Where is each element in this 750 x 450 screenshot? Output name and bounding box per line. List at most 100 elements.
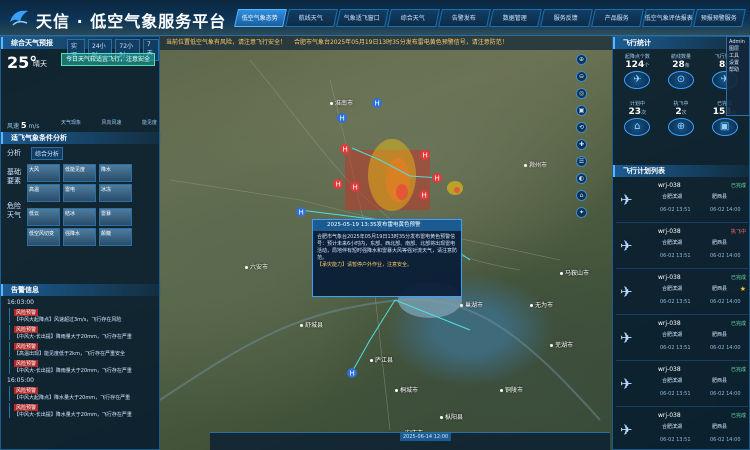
section-title: 飞行计划列表	[613, 165, 750, 177]
measure-icon[interactable]: ✚	[576, 139, 587, 150]
tab-product-service[interactable]: 产品服务	[591, 9, 644, 27]
condition-tile[interactable]: 冰冻	[99, 184, 132, 202]
city-label: 马鞍山市	[560, 268, 589, 277]
star-icon[interactable]: ✦	[576, 207, 587, 218]
drone-icon: ✈	[624, 71, 651, 89]
weather-forecast-section: 综合天气预报 实况 24小时 72小时 7天 25° 晴天 今日天气较适宜飞行，…	[1, 37, 160, 97]
tab-weather-report[interactable]: 低空气象评估报表	[642, 9, 695, 27]
alert-text: 【中风大起降点】降水量大于20mm，飞行存在严重	[14, 395, 131, 401]
condition-tile[interactable]: 雷暴	[99, 208, 132, 226]
city-label: 淮南市	[330, 98, 353, 107]
star-icon[interactable]: ★	[740, 285, 746, 293]
alert-text: 【高温出现】能见度低于2km，飞行存在严重安全	[14, 351, 125, 357]
tab-flight-window[interactable]: 气象适飞窗口	[336, 9, 389, 27]
city-label: 无为市	[530, 300, 553, 309]
timeline-bar[interactable]: 2025-06-14 12:00	[210, 432, 610, 450]
layer-icon[interactable]: ▣	[576, 105, 587, 116]
tab-general-weather[interactable]: 综合天气	[387, 9, 440, 27]
forecast-columns: 天气现象 风向风速 能见度	[61, 120, 157, 126]
tab-data-management[interactable]: 数据管理	[489, 9, 542, 27]
condition-tile[interactable]: 颠簸	[99, 228, 132, 246]
tab-low-altitude-weather[interactable]: 低空气象态势	[234, 9, 287, 27]
list-item[interactable]: ✈ wrj-038 已完成 合肥滨湖 肥西县 06-02 13:51 06-02…	[616, 407, 748, 450]
condition-tile[interactable]: 低云	[27, 208, 60, 226]
conditions-section: 适飞气象条件分析 分析 综合分析 基础要素 危险天气 大风 低能见度 降水 高温…	[1, 132, 161, 282]
home-icon[interactable]: ⌂	[576, 190, 587, 201]
legend-item[interactable]: 工具	[729, 52, 747, 59]
flight-advice-badge: 今日天气较适宜飞行，注意安全	[61, 53, 155, 66]
condition-tile[interactable]: 降水	[99, 164, 132, 182]
condition-tile[interactable]: 强降水	[63, 228, 96, 246]
time-label: 2025-06-14 12:00	[400, 433, 452, 441]
list-item[interactable]: ✈ wrj-038 执飞中 合肥滨湖 肥西县 06-02 13:51 06-02…	[616, 223, 748, 269]
alert-item[interactable]: 风险预警 【中风大-长出提】降雨量大于20mm，飞行存在严重	[9, 325, 155, 340]
weather-condition: 晴天	[33, 60, 47, 68]
city-label: 芜湖市	[550, 340, 573, 349]
refresh-icon[interactable]: ⟲	[576, 122, 587, 133]
condition-tile[interactable]: 雷电	[63, 184, 96, 202]
drone-icon: ✈	[620, 237, 633, 255]
left-panel: 综合天气预报 实况 24小时 72小时 7天 25° 晴天 今日天气较适宜飞行，…	[0, 36, 161, 450]
legend-item[interactable]: 设置	[729, 59, 747, 66]
alert-tag: 风险预警	[14, 360, 39, 367]
svg-text:H: H	[353, 184, 358, 192]
analysis-label: 分析	[7, 149, 21, 157]
condition-tile[interactable]: 低能见度	[63, 164, 96, 182]
tab-forecast-warning[interactable]: 预报预警服务	[693, 9, 746, 27]
alert-tag: 风险预警	[14, 343, 39, 350]
alert-item[interactable]: 风险预警 【高温出现】能见度低于2km，飞行存在严重安全	[9, 342, 155, 357]
list-icon[interactable]: ☰	[576, 156, 587, 167]
popup-body: 合肥市气象台2025年05月19日13时35分发布雷电黄色预警信号：预计未来6小…	[313, 231, 461, 272]
city-label: 庐江县	[370, 355, 393, 364]
drone-icon: ✈	[620, 329, 633, 347]
list-item[interactable]: ✈ wrj-038 已完成 合肥滨湖 肥西县 06-02 13:51 06-02…	[616, 361, 748, 407]
wind-speed-stat: 风速 5 m/s	[7, 121, 40, 130]
list-item[interactable]: ✈ wrj-038 已完成 合肥滨湖 肥西县 06-02 13:51 06-02…	[616, 315, 748, 361]
legend-item[interactable]: 帮助	[729, 66, 747, 73]
alert-item[interactable]: 风险预警 【中风大起降点】风速超过3m/s，飞行存在风险	[9, 308, 155, 323]
city-label: 滁州市	[524, 160, 547, 169]
condition-tile[interactable]: 大风	[27, 164, 60, 182]
drone-icon: ✈	[620, 283, 633, 301]
city-label: 铜陵市	[500, 385, 523, 394]
locate-icon[interactable]: ◎	[576, 88, 587, 99]
legend-item[interactable]: 图层	[729, 45, 747, 52]
alert-item[interactable]: 风险预警 【中风大-长出提】降水量大于20mm，飞行存在严重	[9, 403, 155, 418]
popup-text: 合肥市气象台2025年05月19日13时35分发布雷电黄色预警信号：预计未来6小…	[317, 234, 458, 261]
list-item[interactable]: ✈ wrj-038 已完成 合肥滨湖 肥西县 06-02 13:51 06-02…	[616, 269, 748, 315]
tab-alert-release[interactable]: 告警发布	[438, 9, 491, 27]
alert-text: 【中风大-长出提】降雨量大于20mm，飞行存在严重	[14, 368, 132, 374]
alert-item[interactable]: 风险预警 【中风大起降点】降水量大于20mm，飞行存在严重	[9, 386, 155, 401]
tab-route-weather[interactable]: 航线天气	[285, 9, 338, 27]
drone-icon: ✈	[620, 191, 633, 209]
analysis-select[interactable]: 综合分析	[31, 147, 64, 160]
ticker-item: 当前位置低空气象有风险，请注意飞行安全！	[166, 39, 287, 46]
stat-cell: 执飞中 2次 ⊕	[661, 100, 702, 144]
zoom-out-icon[interactable]: ⊖	[576, 71, 587, 82]
tab-service-feedback[interactable]: 服务反馈	[540, 9, 593, 27]
contrast-icon[interactable]: ◐	[576, 173, 587, 184]
svg-text:H: H	[343, 146, 348, 154]
condition-tile[interactable]: 高温	[27, 184, 60, 202]
alert-time: 16:03:00	[7, 299, 34, 306]
svg-text:H: H	[336, 181, 341, 189]
zoom-in-icon[interactable]: ⊕	[576, 54, 587, 65]
alert-item[interactable]: 风险预警 【中风大-长出提】降雨量大于20mm，飞行存在严重	[9, 359, 155, 374]
list-item[interactable]: ✈ wrj-038 已完成 合肥滨湖 肥西县 06-02 13:51 06-02…	[616, 177, 748, 223]
alert-text: 【中风大-长出提】降水量大于20mm，飞行存在严重	[14, 412, 132, 418]
stat-cell: 计划中 23次 ⌂	[617, 100, 658, 144]
alerts-section: 告警信息 16:03:00 风险预警 【中风大起降点】风速超过3m/s，飞行存在…	[1, 284, 161, 450]
condition-tile[interactable]: 结冰	[63, 208, 96, 226]
route-icon: ⊙	[667, 71, 694, 89]
svg-text:H: H	[435, 175, 440, 183]
condition-tile[interactable]: 低空风切变	[27, 228, 60, 246]
alert-tag: 风险预警	[14, 326, 39, 333]
city-label: 桐城市	[395, 385, 418, 394]
warning-popup[interactable]: 2025-05-19 13:35发布雷电黄色预警 合肥市气象台2025年05月1…	[312, 219, 462, 297]
row-label: 基础要素	[7, 168, 21, 185]
alert-tag: 风险预警	[14, 309, 39, 316]
layer-legend: Admin 图层 工具 设置 帮助	[726, 36, 750, 116]
alert-tag: 风险预警	[14, 387, 39, 394]
top-bar: 天信 · 低空气象服务平台 低空气象态势 航线天气 气象适飞窗口 综合天气 告警…	[0, 0, 750, 36]
done-icon: ▣	[711, 118, 738, 136]
